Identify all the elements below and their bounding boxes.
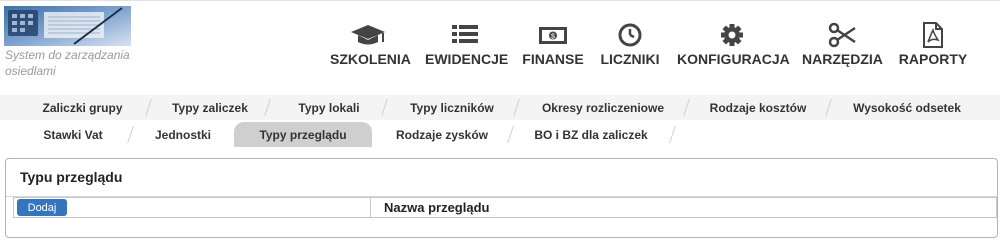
tab-rodzaje-kosztow[interactable]: Rodzaje kosztów xyxy=(690,95,826,120)
tab-wysokosc-odsetek[interactable]: Wysokość odsetek xyxy=(830,95,984,120)
column-header-nazwa-przegladu[interactable]: Nazwa przeglądu xyxy=(384,200,489,215)
money-icon: $ xyxy=(522,22,584,48)
graduation-cap-icon xyxy=(330,22,406,48)
top-border xyxy=(0,0,1000,1)
tab-zaliczki-grupy[interactable]: Zaliczki grupy xyxy=(10,95,155,120)
nav-raporty[interactable]: RAPORTY xyxy=(898,22,968,72)
pdf-file-icon xyxy=(898,22,968,48)
tab-typy-zaliczek[interactable]: Typy zaliczek xyxy=(155,95,265,120)
tab-jednostki[interactable]: Jednostki xyxy=(134,122,232,147)
nav-narzedzia[interactable]: NARZĘDZIA xyxy=(802,22,883,72)
panel-title: Typu przeglądu xyxy=(20,169,123,185)
nav-finanse[interactable]: $ FINANSE xyxy=(522,22,584,72)
app-subtitle: System do zarządzania osiedlami xyxy=(5,48,130,78)
tab-separator xyxy=(669,126,676,143)
gear-icon xyxy=(677,22,787,48)
nav-szkolenia[interactable]: SZKOLENIA xyxy=(330,22,411,72)
tab-rodzaje-zyskow[interactable]: Rodzaje zysków xyxy=(374,122,510,147)
column-divider xyxy=(370,198,371,217)
nav-konfiguracja[interactable]: KONFIGURACJA xyxy=(677,22,790,72)
tab-bo-i-bz-dla-zaliczek[interactable]: BO i BZ dla zaliczek xyxy=(512,122,670,147)
app-logo xyxy=(4,6,131,46)
clock-icon xyxy=(600,22,660,48)
tab-okresy-rozliczeniowe[interactable]: Okresy rozliczeniowe xyxy=(518,95,688,120)
scissors-icon xyxy=(802,22,882,48)
tab-row-1: Zaliczki grupy Typy zaliczek Typy lokali… xyxy=(0,95,1000,120)
svg-text:$: $ xyxy=(551,34,555,41)
tab-row-2: Stawki Vat Jednostki Typy przeglądu Rodz… xyxy=(0,122,1000,147)
nav-ewidencje[interactable]: EWIDENCJE xyxy=(425,22,508,72)
tab-stawki-vat[interactable]: Stawki Vat xyxy=(14,122,132,147)
nav-liczniki[interactable]: LICZNIKI xyxy=(600,22,660,72)
tab-typy-licznikow[interactable]: Typy liczników xyxy=(388,95,516,120)
list-icon xyxy=(425,22,505,48)
tab-typy-przegladu[interactable]: Typy przeglądu xyxy=(234,122,372,147)
table-header: Dodaj Nazwa przeglądu xyxy=(13,197,997,218)
tab-typy-lokali[interactable]: Typy lokali xyxy=(270,95,388,120)
add-button[interactable]: Dodaj xyxy=(17,199,67,216)
